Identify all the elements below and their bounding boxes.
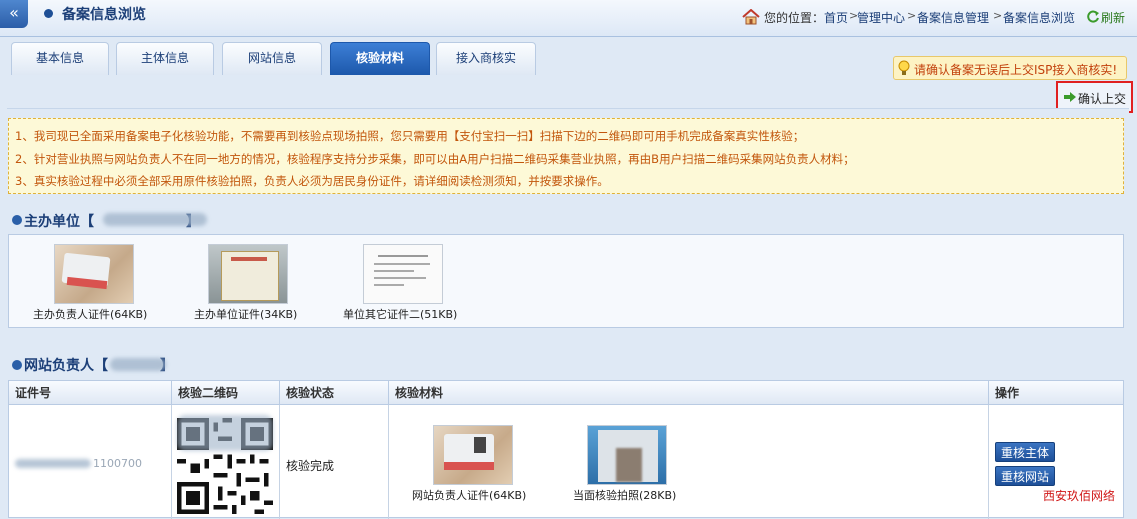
section-bullet-icon (12, 215, 22, 225)
tab-isp-verification[interactable]: 接入商核实 (436, 42, 536, 75)
page-title: 备案信息浏览 (62, 7, 146, 23)
column-divider (388, 405, 389, 519)
file-caption[interactable]: 单位其它证件二(51KB) (343, 306, 457, 322)
breadcrumb-admin-center[interactable]: 管理中心 (857, 9, 905, 26)
column-divider (279, 405, 280, 519)
business-license-thumbnail[interactable] (208, 244, 288, 304)
confirm-submit-label: 确认上交 (1078, 92, 1127, 106)
recheck-website-button[interactable]: 重核网站 (995, 466, 1055, 486)
column-header-id-number: 证件号 (9, 381, 172, 405)
breadcrumb-record-management[interactable]: 备案信息管理 (917, 9, 989, 26)
redacted-name (103, 213, 207, 226)
title-bullet-icon (44, 9, 53, 18)
tab-subject-info[interactable]: 主体信息 (116, 42, 214, 75)
file-caption[interactable]: 主办单位证件(34KB) (194, 306, 297, 322)
refresh-link[interactable]: 刷新 (1101, 9, 1125, 26)
document-thumbnail[interactable] (363, 244, 443, 304)
face-photo-thumbnail[interactable] (587, 425, 667, 485)
watermark: 西安玖佰网络 (1043, 489, 1116, 503)
column-divider (171, 405, 172, 519)
instructions-box: 1、我司现已全面采用备案电子化核验功能，不需要再到核验点现场拍照，您只需要用【支… (8, 118, 1124, 194)
column-header-materials: 核验材料 (389, 381, 989, 405)
recheck-subject-button[interactable]: 重核主体 (995, 442, 1055, 462)
top-bar: « 备案信息浏览 您的位置： 首页 > 管理中心 > 备案信息管理 > 备案信息… (0, 0, 1137, 37)
breadcrumb-separator: > (907, 9, 917, 22)
tab-verification-materials[interactable]: 核验材料 (330, 42, 430, 75)
column-header-qr-code: 核验二维码 (172, 381, 280, 405)
lightbulb-icon (898, 60, 910, 75)
file-caption[interactable]: 网站负责人证件(64KB) (412, 487, 526, 503)
sponsor-files-panel: 主办负责人证件(64KB) 主办单位证件(34KB) 单位其它证件二(51KB) (8, 234, 1124, 328)
tab-website-info[interactable]: 网站信息 (222, 42, 322, 75)
redacted-qr-area (177, 415, 273, 451)
file-caption[interactable]: 主办负责人证件(64KB) (33, 306, 147, 322)
collapse-icon[interactable]: « (0, 0, 28, 28)
breadcrumb-separator: > (993, 9, 1003, 22)
instruction-line: 3、真实核验过程中必须全部采用原件核验拍照，负责人必须为居民身份证件，请详细阅读… (15, 174, 609, 188)
notice-text: 请确认备案无误后上交ISP接入商核实! (914, 63, 1118, 77)
id-card-thumbnail[interactable] (433, 425, 513, 485)
instruction-line: 2、针对营业执照与网站负责人不在同一地方的情况，核验程序支持分步采集，即可以由A… (15, 152, 855, 166)
redacted-name (110, 358, 166, 371)
submit-notice: 请确认备案无误后上交ISP接入商核实! (893, 56, 1127, 80)
column-divider (988, 405, 989, 519)
section-bullet-icon (12, 360, 22, 370)
tab-basic-info[interactable]: 基本信息 (11, 42, 109, 75)
location-label: 您的位置： (764, 11, 825, 25)
refresh-icon[interactable] (1086, 10, 1100, 24)
arrow-right-icon (1064, 92, 1076, 102)
breadcrumb-home[interactable]: 首页 (824, 9, 848, 26)
webmaster-table: 证件号 核验二维码 核验状态 核验材料 操作 1100700 核验完成 网站负责… (8, 380, 1124, 519)
id-card-thumbnail[interactable] (54, 244, 134, 304)
redacted-id-number (15, 459, 91, 468)
breadcrumb-record-browse: 备案信息浏览 (1003, 11, 1076, 25)
column-header-actions: 操作 (989, 381, 1123, 405)
instruction-line: 1、我司现已全面采用备案电子化核验功能，不需要再到核验点现场拍照，您只需要用【支… (15, 129, 805, 143)
column-header-status: 核验状态 (280, 381, 389, 405)
id-number-cell: 1100700 (93, 457, 142, 470)
verification-status: 核验完成 (286, 459, 335, 473)
file-caption[interactable]: 当面核验拍照(28KB) (573, 487, 676, 503)
home-icon (742, 9, 760, 25)
